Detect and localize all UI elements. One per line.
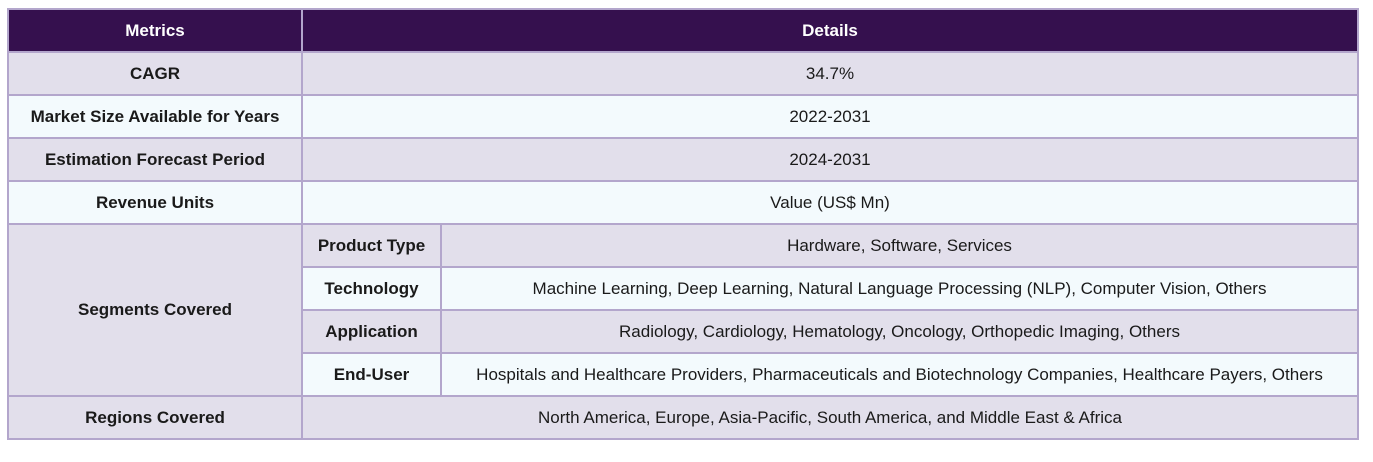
forecast-value: 2024-2031 xyxy=(301,137,1359,182)
header-details: Details xyxy=(301,8,1359,53)
regions-covered-label: Regions Covered xyxy=(7,395,303,440)
revenue-units-label: Revenue Units xyxy=(7,180,303,225)
revenue-units-value: Value (US$ Mn) xyxy=(301,180,1359,225)
table-row-market-size: Market Size Available for Years 2022-203… xyxy=(7,94,1359,139)
segment-technology-label: Technology xyxy=(301,266,442,311)
table-header-row: Metrics Details xyxy=(7,8,1359,53)
market-size-label: Market Size Available for Years xyxy=(7,94,303,139)
regions-covered-value: North America, Europe, Asia-Pacific, Sou… xyxy=(301,395,1359,440)
table-row-cagr: CAGR 34.7% xyxy=(7,51,1359,96)
market-size-value: 2022-2031 xyxy=(301,94,1359,139)
segment-application-label: Application xyxy=(301,309,442,354)
segment-end-user-label: End-User xyxy=(301,352,442,397)
segment-product-type-value: Hardware, Software, Services xyxy=(440,223,1359,268)
segments-covered-label: Segments Covered xyxy=(7,223,303,397)
cagr-label: CAGR xyxy=(7,51,303,96)
forecast-label: Estimation Forecast Period xyxy=(7,137,303,182)
segment-product-type-label: Product Type xyxy=(301,223,442,268)
table-row-regions: Regions Covered North America, Europe, A… xyxy=(7,395,1359,440)
header-metrics: Metrics xyxy=(7,8,303,53)
segment-application-value: Radiology, Cardiology, Hematology, Oncol… xyxy=(440,309,1359,354)
segment-technology-value: Machine Learning, Deep Learning, Natural… xyxy=(440,266,1359,311)
table-row-revenue-units: Revenue Units Value (US$ Mn) xyxy=(7,180,1359,225)
metrics-table: Metrics Details CAGR 34.7% Market Size A… xyxy=(7,8,1359,440)
table-row-forecast: Estimation Forecast Period 2024-2031 xyxy=(7,137,1359,182)
table-row-segment-product-type: Segments Covered Product Type Hardware, … xyxy=(7,223,1359,397)
cagr-value: 34.7% xyxy=(301,51,1359,96)
segment-end-user-value: Hospitals and Healthcare Providers, Phar… xyxy=(440,352,1359,397)
